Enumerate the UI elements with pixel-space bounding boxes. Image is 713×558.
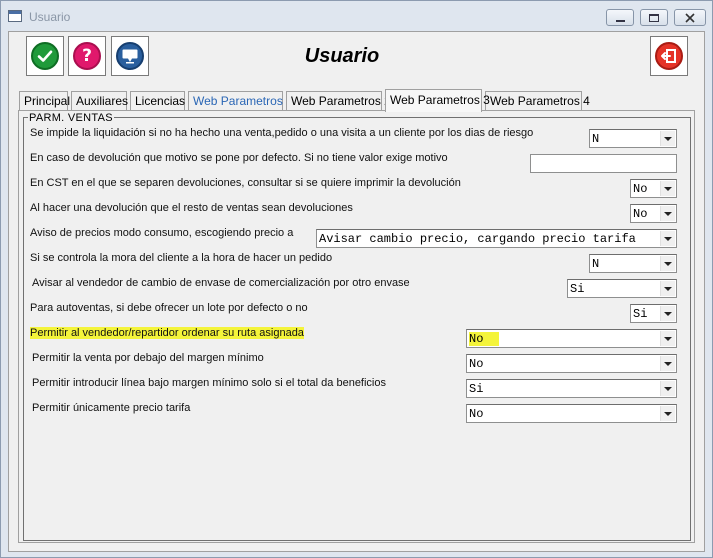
check-icon: [31, 42, 59, 70]
tab-web-parametros-3[interactable]: Web Parametros 3: [385, 89, 490, 112]
combo-value: No: [633, 182, 648, 196]
row-label-impide-liquidacion: Se impide la liquidación si no ha hecho …: [30, 127, 534, 139]
combo-value: Si: [633, 307, 648, 321]
motivo-devolucion-field[interactable]: [530, 154, 677, 173]
row-label-cambio-envase: Avisar al vendedor de cambio de envase d…: [32, 277, 410, 289]
combo-resto-devoluciones[interactable]: No: [630, 204, 677, 223]
chevron-down-icon[interactable]: [660, 281, 675, 296]
app-icon: [8, 10, 22, 22]
tab-licencias[interactable]: Licencias: [130, 91, 185, 111]
combo-linea-bajo-margen[interactable]: Si: [466, 379, 677, 398]
window-title: Usuario: [29, 10, 71, 24]
tab-web-parametros-2[interactable]: Web Parametros 2: [286, 91, 391, 111]
combo-value: Avisar cambio precio, cargando precio ta…: [319, 232, 636, 246]
chevron-down-icon[interactable]: [660, 306, 675, 321]
row-label-mora-cliente: Si se controla la mora del cliente a la …: [30, 252, 333, 264]
combo-value: N: [592, 132, 600, 146]
combo-imprimir-devolucion[interactable]: No: [630, 179, 677, 198]
tab-web-parametros-1[interactable]: Web Parametros 1: [188, 91, 293, 111]
chevron-down-icon[interactable]: [660, 231, 675, 246]
app-window: Usuario ? Usuario Principal Auxiliares L…: [0, 0, 713, 558]
message-button[interactable]: [111, 36, 149, 76]
question-icon: ?: [73, 42, 101, 70]
toolbar: ? Usuario: [17, 32, 697, 82]
maximize-button[interactable]: [640, 9, 668, 26]
exit-door-icon: [655, 42, 683, 70]
maximize-icon: [649, 13, 659, 22]
chevron-down-icon[interactable]: [660, 381, 675, 396]
chevron-down-icon[interactable]: [660, 356, 675, 371]
row-label-margen-minimo: Permitir la venta por debajo del margen …: [32, 352, 264, 364]
parm-ventas-groupbox: PARM. VENTAS Se impide la liquidación si…: [23, 112, 691, 541]
combo-value: N: [592, 257, 600, 271]
row-label-aviso-precios: Aviso de precios modo consumo, escogiend…: [30, 227, 294, 239]
combo-value: No: [633, 207, 648, 221]
help-button[interactable]: ?: [68, 36, 106, 76]
combo-value: No: [469, 357, 484, 371]
row-label-lote-defecto: Para autoventas, si debe ofrecer un lote…: [30, 302, 308, 314]
group-title: PARM. VENTAS: [28, 112, 114, 124]
row-label-precio-tarifa: Permitir únicamente precio tarifa: [32, 402, 191, 414]
help-glyph: ?: [82, 46, 92, 66]
tab-web-parametros-4[interactable]: Web Parametros 4: [485, 91, 590, 111]
combo-value: Si: [469, 382, 484, 396]
combo-impide-liquidacion[interactable]: N: [589, 129, 677, 148]
chevron-down-icon[interactable]: [660, 131, 675, 146]
combo-margen-minimo[interactable]: No: [466, 354, 677, 373]
combo-aviso-precios[interactable]: Avisar cambio precio, cargando precio ta…: [316, 229, 677, 248]
title-bar[interactable]: Usuario: [1, 1, 712, 31]
chevron-down-icon[interactable]: [660, 181, 675, 196]
combo-lote-defecto[interactable]: Si: [630, 304, 677, 323]
chevron-down-icon[interactable]: [660, 206, 675, 221]
tab-panel-web-parametros-3: PARM. VENTAS Se impide la liquidación si…: [18, 110, 695, 543]
combo-precio-tarifa[interactable]: No: [466, 404, 677, 423]
page-title: Usuario: [304, 45, 380, 67]
chevron-down-icon[interactable]: [660, 406, 675, 421]
form-client-area: ? Usuario Principal Auxiliares Licencias…: [8, 31, 705, 552]
row-label-imprimir-devolucion: En CST en el que se separen devoluciones…: [30, 177, 461, 189]
tab-auxiliares[interactable]: Auxiliares: [71, 91, 128, 111]
row-label-motivo-devolucion: En caso de devolución que motivo se pone…: [30, 152, 448, 164]
exit-button[interactable]: [650, 36, 688, 76]
combo-value: No: [469, 332, 500, 346]
combo-cambio-envase[interactable]: Si: [567, 279, 677, 298]
accept-button[interactable]: [26, 36, 64, 76]
chevron-down-icon[interactable]: [660, 331, 675, 346]
close-icon: [685, 12, 695, 23]
combo-ordenar-ruta[interactable]: No: [466, 329, 677, 348]
row-label-ordenar-ruta: Permitir al vendedor/repartidor ordenar …: [30, 327, 304, 339]
monitor-chat-icon: [116, 42, 144, 70]
tab-principal[interactable]: Principal: [19, 91, 70, 111]
minimize-icon: [615, 19, 625, 22]
combo-mora-cliente[interactable]: N: [589, 254, 677, 273]
row-label-linea-bajo-margen: Permitir introducir línea bajo margen mí…: [32, 377, 386, 389]
combo-value: No: [469, 407, 484, 421]
minimize-button[interactable]: [606, 9, 634, 26]
combo-value: Si: [570, 282, 585, 296]
chevron-down-icon[interactable]: [660, 256, 675, 271]
row-label-resto-devoluciones: Al hacer una devolución que el resto de …: [30, 202, 353, 214]
close-button[interactable]: [674, 9, 706, 26]
